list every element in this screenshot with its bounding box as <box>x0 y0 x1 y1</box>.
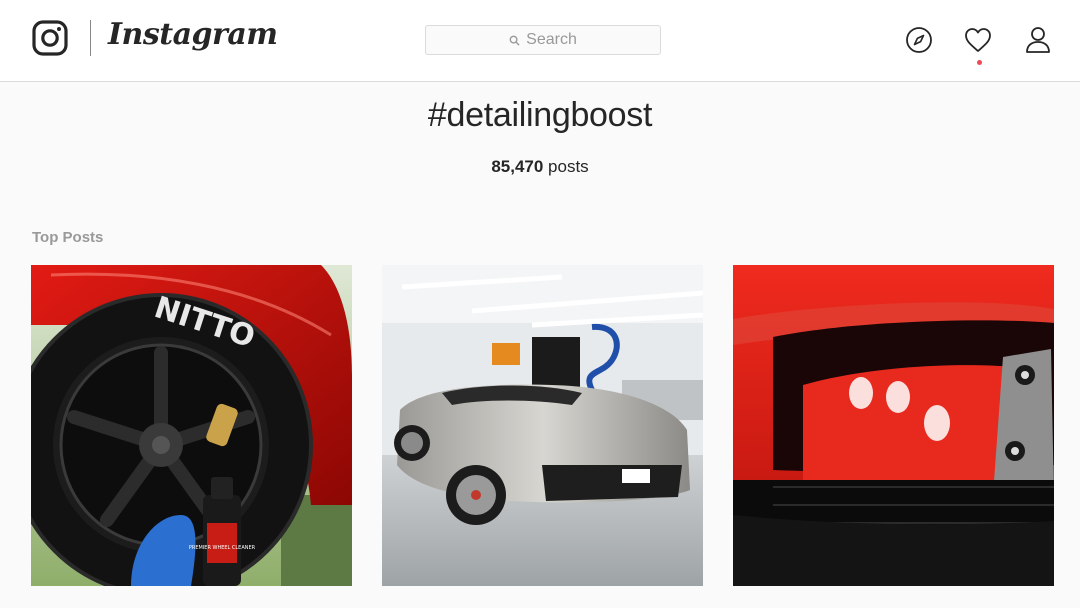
instagram-wordmark[interactable]: Instagram <box>108 17 278 52</box>
top-posts-heading: Top Posts <box>32 229 104 246</box>
post-count-suffix: posts <box>543 157 589 176</box>
profile-icon[interactable] <box>1022 24 1054 56</box>
heart-icon[interactable] <box>962 24 994 56</box>
garage-photo <box>382 265 703 586</box>
post-thumbnail-garage[interactable] <box>382 265 703 586</box>
logo-divider <box>90 20 91 56</box>
post-count: 85,470 posts <box>0 157 1080 177</box>
post-count-number: 85,470 <box>491 157 544 176</box>
search-placeholder: Search <box>526 31 577 48</box>
bottle-label: PREMIER WHEEL CLEANER <box>189 545 256 551</box>
compass-icon[interactable] <box>903 24 935 56</box>
instagram-logo-icon[interactable] <box>32 20 68 56</box>
post-thumbnail-wheel[interactable]: NITTO PREMIER WHEEL CLEANER <box>31 265 352 586</box>
search-icon <box>509 35 520 46</box>
bumper-photo <box>733 265 1054 586</box>
top-navigation-bar: Instagram Search <box>0 0 1080 82</box>
search-input[interactable]: Search <box>425 25 661 55</box>
post-thumbnail-bumper[interactable] <box>733 265 1054 586</box>
wheel-photo: NITTO PREMIER WHEEL CLEANER <box>31 265 352 586</box>
notification-dot <box>977 60 982 65</box>
hashtag-title: #detailingboost <box>427 96 653 134</box>
